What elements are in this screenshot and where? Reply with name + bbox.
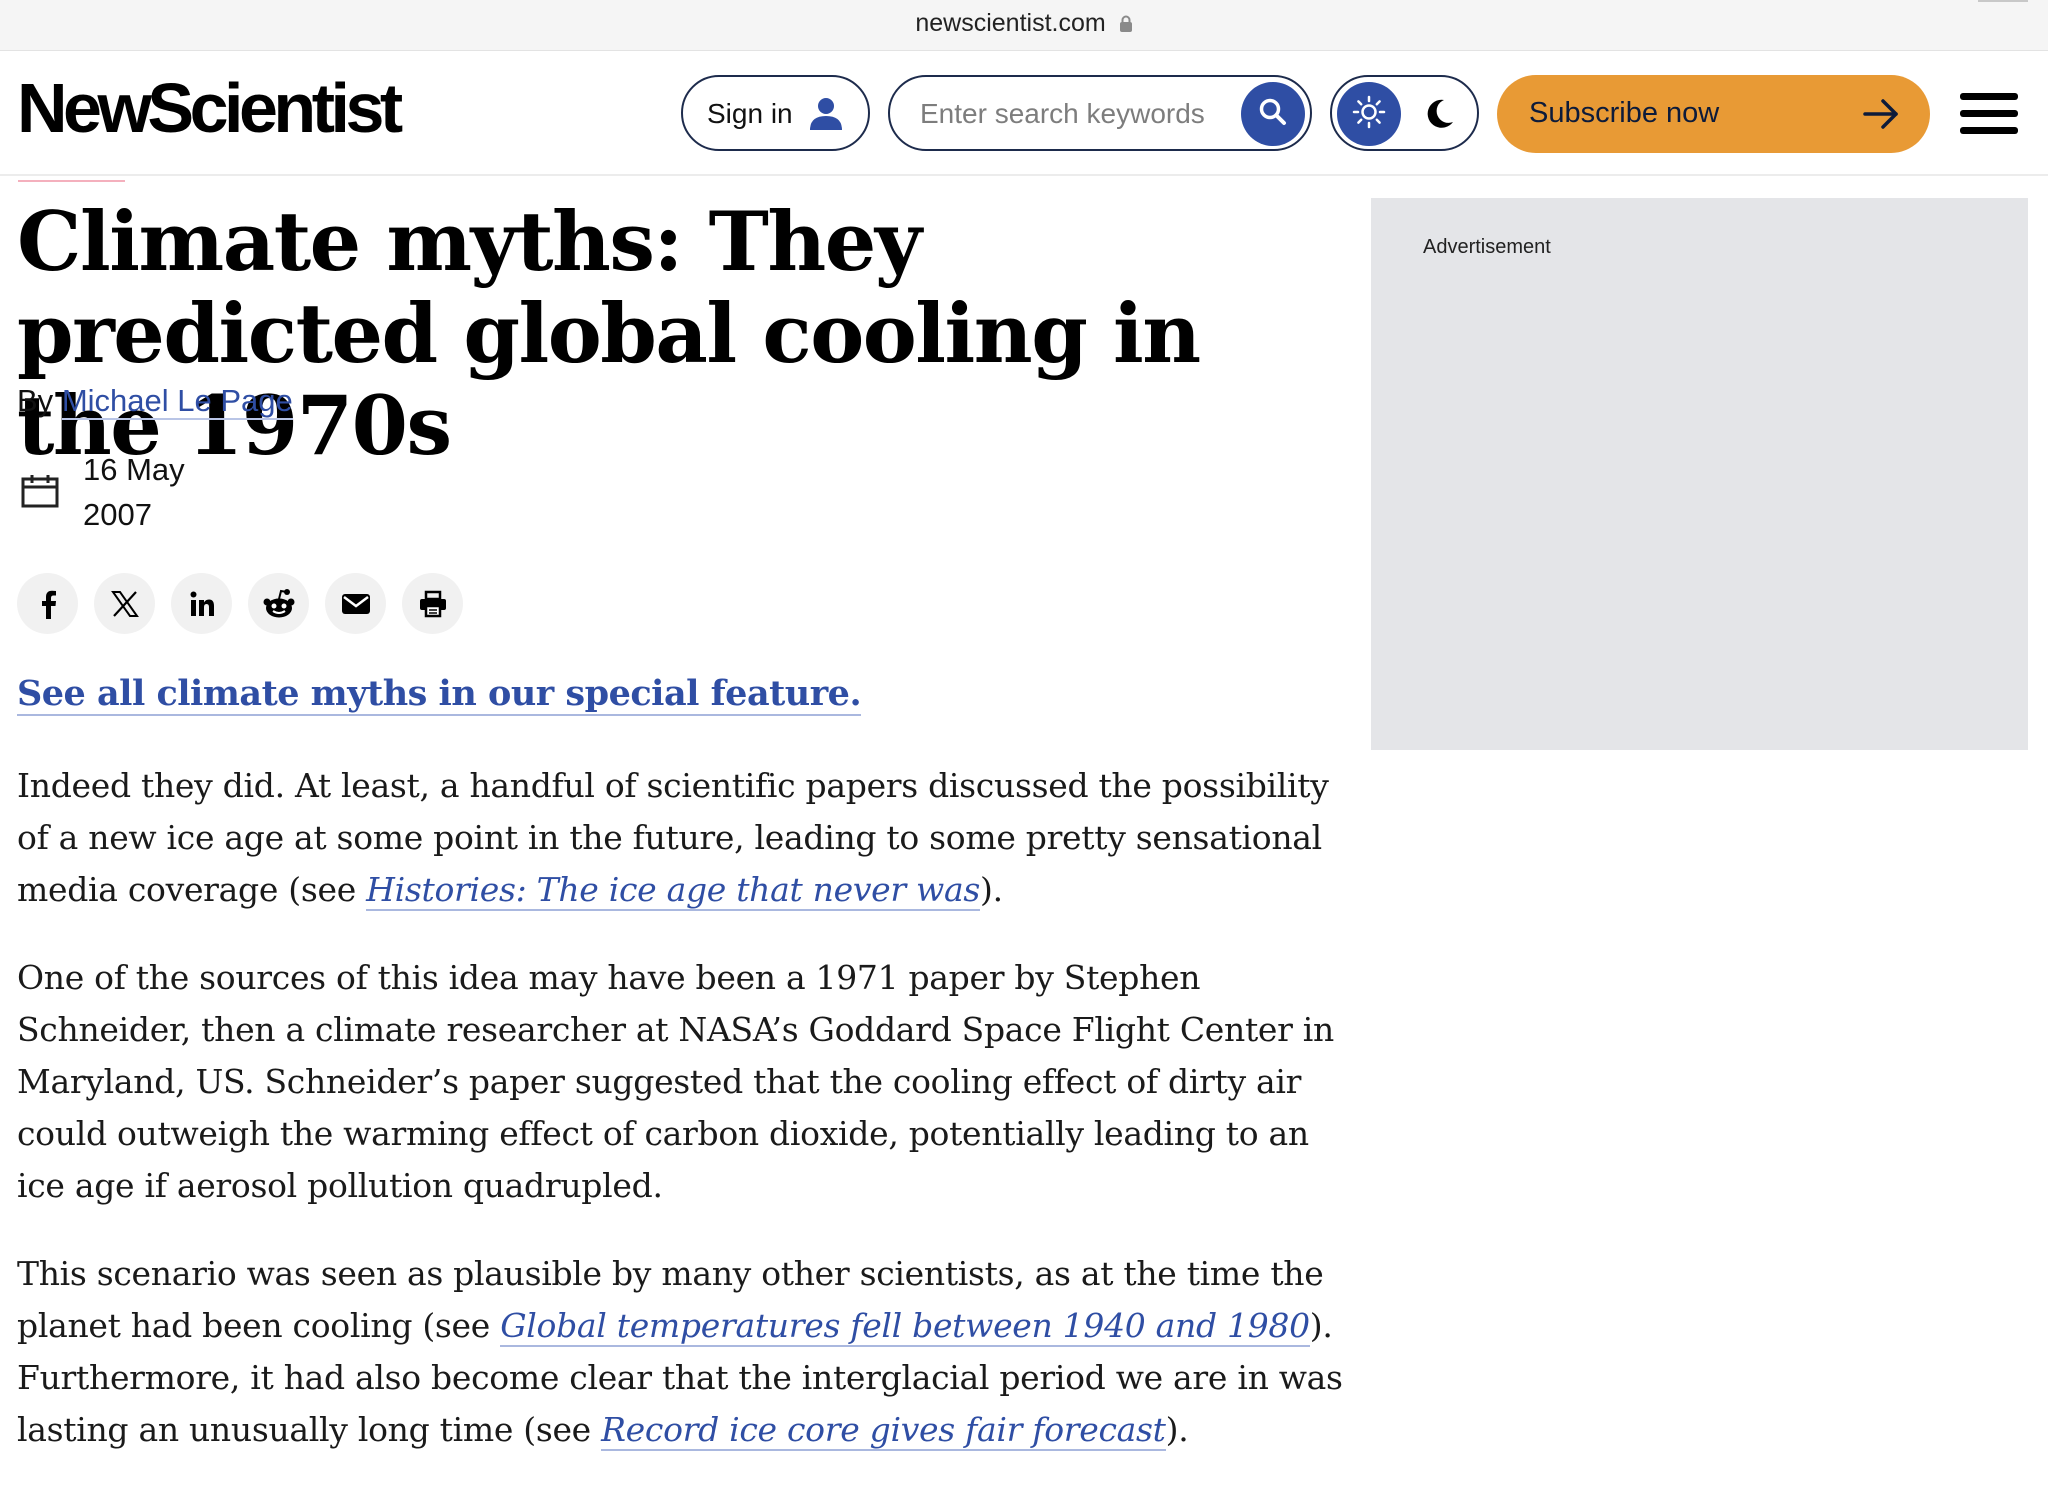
email-icon[interactable] <box>325 573 386 634</box>
theme-toggle[interactable] <box>1330 75 1479 151</box>
subscribe-button[interactable]: Subscribe now <box>1497 75 1930 153</box>
advertisement-slot[interactable]: Advertisement <box>1371 198 2028 750</box>
special-feature-link[interactable]: See all climate myths in our special fea… <box>17 673 862 716</box>
paragraph-text: ). <box>1165 1410 1189 1449</box>
tab-indicator <box>1978 0 2028 2</box>
search-icon <box>1257 96 1289 133</box>
ice-core-forecast-link[interactable]: Record ice core gives fair forecast <box>601 1410 1166 1451</box>
lock-icon <box>1119 11 1133 40</box>
ice-age-histories-link[interactable]: Histories: The ice age that never was <box>366 870 980 911</box>
byline-prefix: By <box>17 383 54 418</box>
paragraph-text: ). <box>980 870 1003 909</box>
light-mode-button[interactable] <box>1337 82 1401 146</box>
publish-date: 16 May 2007 <box>83 452 185 532</box>
arrow-right-icon <box>1862 97 1900 136</box>
site-logo[interactable]: NewScientist <box>17 73 403 143</box>
search-button[interactable] <box>1241 82 1305 146</box>
calendar-icon <box>21 474 59 513</box>
article-paragraph-2: One of the sources of this idea may have… <box>17 958 1335 1205</box>
article-paragraph-3: This scenario was seen as plausible by m… <box>17 1248 1347 1456</box>
search-box[interactable] <box>888 75 1312 151</box>
sign-in-button[interactable]: Sign in <box>681 75 870 151</box>
subscribe-label: Subscribe now <box>1529 97 1720 129</box>
facebook-icon[interactable] <box>17 573 78 634</box>
url-display[interactable]: newscientist.com <box>0 9 2048 40</box>
article-title: Climate myths: They predicted global coo… <box>17 195 1201 474</box>
author-link[interactable]: Michael Le Page <box>61 383 293 420</box>
print-icon[interactable] <box>402 573 463 634</box>
site-header: NewScientist Sign in Enter search keywor… <box>0 51 2048 176</box>
byline: By Michael Le Page <box>17 383 293 420</box>
share-bar <box>17 573 479 634</box>
article-paragraph-1: Indeed they did. At least, a handful of … <box>17 760 1347 916</box>
topic-divider <box>18 180 125 182</box>
advertisement-label: Advertisement <box>1423 236 1551 258</box>
x-icon[interactable] <box>94 573 155 634</box>
search-input[interactable] <box>918 95 1222 133</box>
hamburger-menu-icon[interactable] <box>1960 93 2018 135</box>
sun-icon <box>1351 94 1387 135</box>
url-text: newscientist.com <box>915 9 1106 37</box>
user-icon <box>806 94 846 139</box>
global-temperatures-link[interactable]: Global temperatures fell between 1940 an… <box>500 1306 1310 1347</box>
browser-url-bar[interactable]: newscientist.com <box>0 0 2048 51</box>
reddit-icon[interactable] <box>248 573 309 634</box>
sign-in-label: Sign in <box>707 98 793 129</box>
linkedin-icon[interactable] <box>171 573 232 634</box>
moon-icon[interactable] <box>1424 97 1456 136</box>
